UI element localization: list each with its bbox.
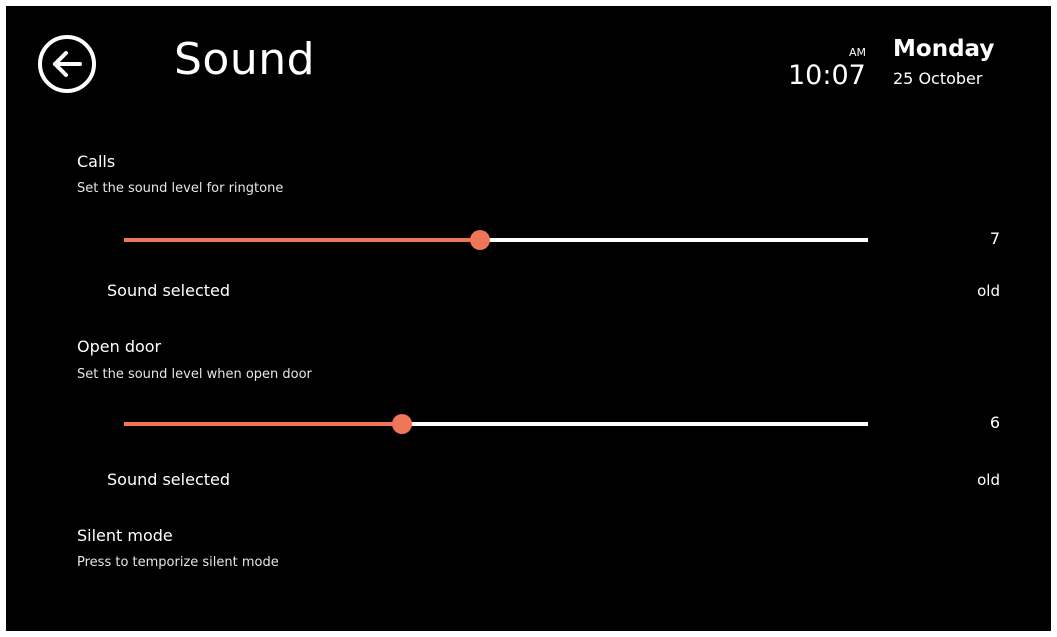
date-label: 25 October bbox=[893, 69, 983, 88]
calls-subtitle: Set the sound level for ringtone bbox=[77, 181, 284, 196]
calls-slider-fill bbox=[124, 238, 481, 242]
open-door-slider-fill bbox=[124, 422, 403, 426]
back-arrow-icon bbox=[38, 35, 96, 93]
open-door-subtitle: Set the sound level when open door bbox=[77, 367, 312, 382]
silent-mode-title: Silent mode bbox=[77, 526, 173, 545]
back-button[interactable] bbox=[36, 33, 98, 95]
day-label: Monday bbox=[893, 36, 995, 62]
open-door-volume-slider[interactable] bbox=[124, 412, 868, 436]
open-door-volume-value: 6 bbox=[989, 413, 1000, 432]
calls-slider-thumb[interactable] bbox=[470, 230, 491, 250]
page-title: Sound bbox=[174, 34, 316, 85]
calls-sound-selected-label[interactable]: Sound selected bbox=[107, 280, 230, 302]
sound-settings-screen: Sound AM 10:07 Monday 25 October Calls S… bbox=[6, 6, 1051, 631]
open-door-title: Open door bbox=[77, 337, 162, 356]
open-door-sound-selected-value[interactable]: old bbox=[977, 469, 1000, 491]
calls-volume-value: 7 bbox=[989, 229, 1000, 248]
silent-mode-subtitle: Press to temporize silent mode bbox=[77, 555, 279, 570]
calls-sound-selected-value[interactable]: old bbox=[977, 280, 1000, 302]
clock-time: 10:07 bbox=[788, 60, 866, 91]
calls-volume-slider[interactable] bbox=[124, 228, 868, 252]
clock-ampm: AM bbox=[849, 46, 867, 59]
calls-title: Calls bbox=[77, 152, 116, 171]
open-door-sound-selected-label[interactable]: Sound selected bbox=[107, 469, 230, 491]
open-door-slider-thumb[interactable] bbox=[392, 414, 413, 434]
